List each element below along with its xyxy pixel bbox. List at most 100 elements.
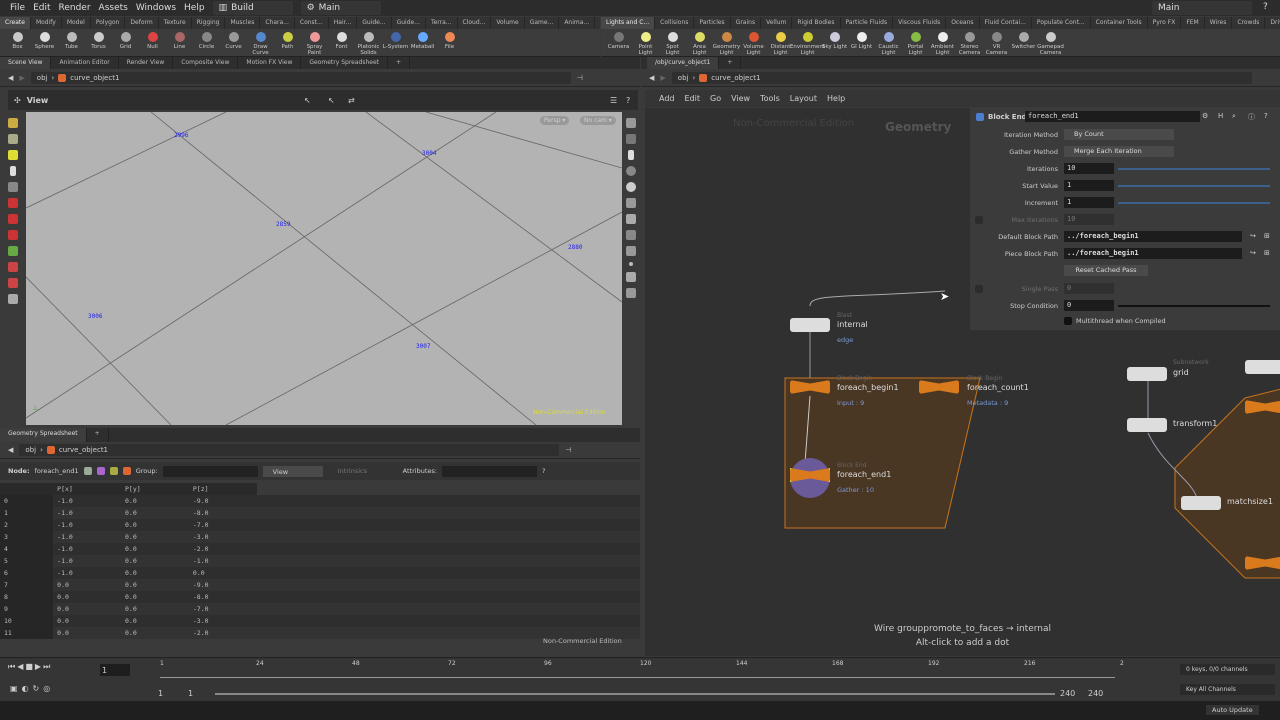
handle-tool-icon[interactable] bbox=[8, 246, 18, 256]
shelf-tool-button[interactable]: Caustic Light bbox=[875, 29, 902, 56]
transform-tool-icon[interactable]: ⇄ bbox=[348, 96, 355, 105]
shelf-tool-button[interactable]: VR Camera bbox=[983, 29, 1010, 56]
shelf-tool-button[interactable]: Gamepad Camera bbox=[1037, 29, 1064, 56]
sphere-icon[interactable] bbox=[626, 182, 636, 192]
desktop-main-select[interactable]: Main bbox=[1152, 1, 1252, 15]
select-arrow-icon[interactable] bbox=[10, 166, 16, 176]
path-node[interactable]: curve_object1 bbox=[70, 74, 119, 82]
path-breadcrumb[interactable]: obj › curve_object1 bbox=[19, 444, 560, 456]
display-icon[interactable] bbox=[626, 118, 636, 128]
keys-info[interactable]: 0 keys, 0/0 channels bbox=[1180, 664, 1275, 675]
gather-method-dropdown[interactable]: Merge Each Iteration bbox=[1064, 146, 1174, 157]
shelf-tab[interactable]: Terra... bbox=[426, 17, 458, 29]
detail-mode-icon[interactable] bbox=[122, 467, 131, 475]
pane-tab[interactable]: Motion FX View bbox=[238, 57, 302, 69]
shelf-tab[interactable]: Oceans bbox=[946, 17, 980, 29]
pane-tab[interactable]: Animation Editor bbox=[51, 57, 119, 69]
iteration-method-dropdown[interactable]: By Count bbox=[1064, 129, 1174, 140]
path-node[interactable]: curve_object1 bbox=[711, 74, 760, 82]
node-chooser-icon[interactable]: ⊞ bbox=[1264, 232, 1270, 240]
multithread-checkbox[interactable] bbox=[1064, 317, 1072, 325]
display-options-icon[interactable]: ☰ bbox=[610, 96, 617, 105]
snap-icon[interactable] bbox=[8, 262, 18, 272]
node-name-field[interactable]: foreach_end1 bbox=[1025, 111, 1200, 122]
table-row[interactable]: 9 0.0 0.0 -7.0 bbox=[0, 603, 640, 615]
magnet-icon[interactable] bbox=[8, 278, 18, 288]
shelf-tab[interactable]: Cloud... bbox=[458, 17, 492, 29]
node-offscreen[interactable] bbox=[1245, 360, 1280, 374]
shelf-tool-button[interactable]: Camera bbox=[605, 29, 632, 50]
shelf-tab[interactable]: Polygon bbox=[91, 17, 126, 29]
piece-block-path-field[interactable]: ../foreach_begin1 bbox=[1064, 248, 1242, 259]
menu-help[interactable]: Help bbox=[184, 3, 205, 13]
help-icon[interactable]: ? bbox=[626, 96, 630, 105]
play-icon[interactable]: ▶ bbox=[35, 662, 41, 672]
menu-assets[interactable]: Assets bbox=[99, 3, 128, 13]
node-transform1[interactable] bbox=[1127, 418, 1167, 432]
shelf-tool-button[interactable]: Sphere bbox=[31, 29, 58, 50]
shelf-tab[interactable]: Particles bbox=[694, 17, 731, 29]
shelf-tool-button[interactable]: Volume Light bbox=[740, 29, 767, 56]
node-name[interactable]: matchsize1 bbox=[1227, 497, 1273, 506]
shelf-tab[interactable]: Volume bbox=[491, 17, 525, 29]
table-row[interactable]: 2 -1.0 0.0 -7.0 bbox=[0, 519, 640, 531]
menu-edit[interactable]: Edit bbox=[33, 3, 50, 13]
node-name[interactable]: internal bbox=[837, 320, 868, 329]
shelf-tool-button[interactable]: Platonic Solids bbox=[355, 29, 382, 56]
shelf-tab[interactable]: Container Tools bbox=[1091, 17, 1148, 29]
node-name[interactable]: transform1 bbox=[1173, 419, 1217, 428]
menu-help[interactable]: Help bbox=[827, 94, 845, 103]
column-header[interactable]: P[y] bbox=[121, 483, 189, 495]
shelf-tab[interactable]: Const... bbox=[295, 17, 329, 29]
shelf-tool-button[interactable]: Null bbox=[139, 29, 166, 50]
node-name[interactable]: grid bbox=[1173, 368, 1189, 377]
jump-icon[interactable]: ↪ bbox=[1250, 249, 1256, 257]
shelf-tab[interactable]: Rigid Bodies bbox=[792, 17, 841, 29]
gear-icon[interactable]: ⚙ bbox=[1202, 112, 1208, 120]
shelf-tool-button[interactable]: Spray Paint bbox=[301, 29, 328, 56]
main-select[interactable]: ⚙ Main bbox=[300, 1, 381, 15]
shelf-tab[interactable]: Viscous Fluids bbox=[893, 17, 947, 29]
pin-icon[interactable]: ⊣ bbox=[577, 74, 583, 82]
add-tab-button[interactable]: + bbox=[87, 428, 109, 442]
shelf-tool-button[interactable]: Spot Light bbox=[659, 29, 686, 56]
single-pass-checkbox[interactable] bbox=[975, 285, 983, 293]
help-icon[interactable]: ? bbox=[1264, 112, 1268, 120]
shelf-tab[interactable]: Hair... bbox=[329, 17, 358, 29]
node-name[interactable]: foreach_begin1 bbox=[837, 383, 899, 392]
shelf-tab[interactable]: Chara... bbox=[260, 17, 295, 29]
table-row[interactable]: 1 -1.0 0.0 -8.0 bbox=[0, 507, 640, 519]
snapshot-icon[interactable] bbox=[626, 246, 636, 256]
shelf-tab[interactable]: Muscles bbox=[225, 17, 261, 29]
normals-icon[interactable] bbox=[626, 272, 636, 282]
audio-icon[interactable]: ◐ bbox=[22, 684, 29, 693]
shelf-tool-button[interactable]: Draw Curve bbox=[247, 29, 274, 56]
back-icon[interactable]: ◀ bbox=[8, 446, 13, 454]
shelf-tool-button[interactable]: L-System bbox=[382, 29, 409, 50]
shelf-tab[interactable]: Particle Fluids bbox=[841, 17, 894, 29]
path-root[interactable]: obj bbox=[678, 74, 689, 82]
shelf-tool-button[interactable]: Environment Light bbox=[790, 29, 825, 56]
table-row[interactable]: 5 -1.0 0.0 -1.0 bbox=[0, 555, 640, 567]
shelf-tool-button[interactable]: GI Light bbox=[848, 29, 875, 50]
menu-go[interactable]: Go bbox=[710, 94, 721, 103]
column-header[interactable] bbox=[0, 483, 54, 495]
pose-tool-icon[interactable]: ↖ bbox=[328, 96, 335, 105]
shelf-tool-button[interactable]: File bbox=[436, 29, 463, 50]
auto-update-dropdown[interactable]: Auto Update bbox=[1206, 705, 1259, 715]
node-chooser-icon[interactable]: ⊞ bbox=[1264, 249, 1270, 257]
shelf-tab[interactable]: Guide... bbox=[392, 17, 426, 29]
menu-file[interactable]: File bbox=[10, 3, 25, 13]
shelf-tab[interactable]: Crowds bbox=[1232, 17, 1266, 29]
range-slider[interactable] bbox=[215, 693, 1055, 695]
pane-tab[interactable]: Composite View bbox=[173, 57, 239, 69]
pane-tab[interactable]: Render View bbox=[119, 57, 174, 69]
rotate-tool-icon[interactable] bbox=[8, 214, 18, 224]
shelf-tool-button[interactable]: Portal Light bbox=[902, 29, 929, 56]
move-tool-icon[interactable] bbox=[8, 198, 18, 208]
menu-windows[interactable]: Windows bbox=[136, 3, 176, 13]
help-icon[interactable]: ? bbox=[1263, 2, 1268, 12]
settings-icon[interactable]: ◎ bbox=[43, 684, 50, 693]
stop-condition-field[interactable]: 0 bbox=[1064, 300, 1114, 311]
shelf-tool-button[interactable]: Font bbox=[328, 29, 355, 50]
